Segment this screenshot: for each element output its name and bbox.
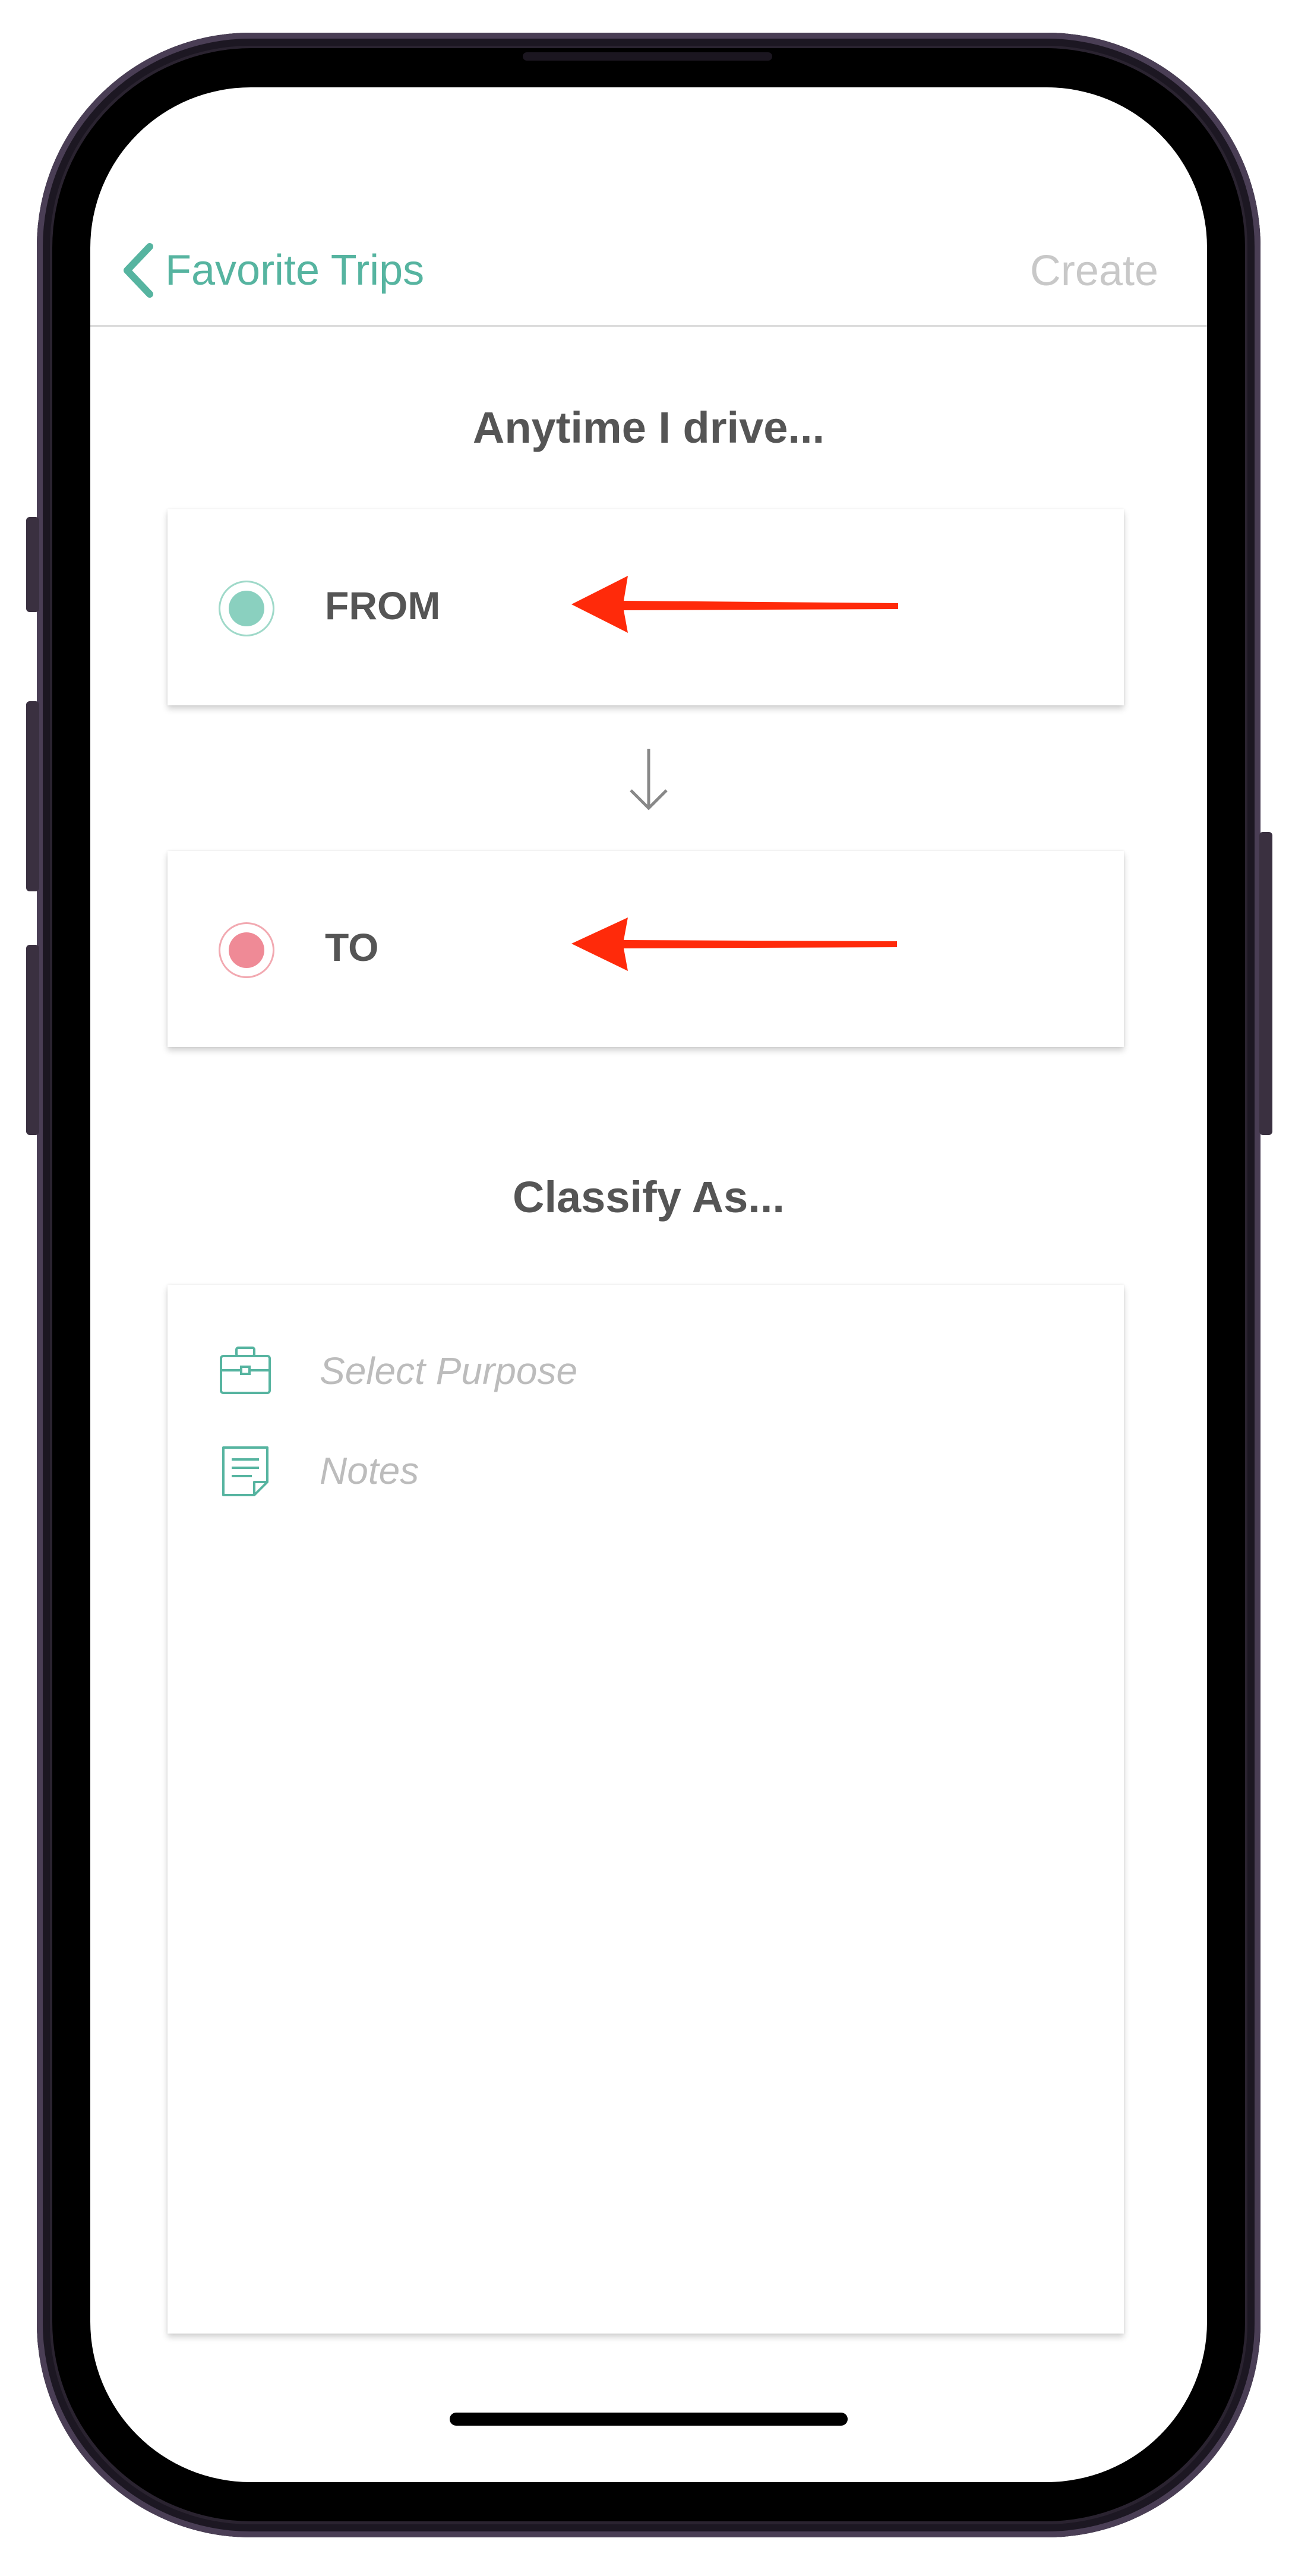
down-arrow-icon xyxy=(613,744,684,818)
create-button[interactable]: Create xyxy=(1030,247,1158,295)
notes-row[interactable]: Notes xyxy=(219,1444,419,1497)
home-indicator[interactable] xyxy=(450,2413,848,2426)
classify-heading: Classify As... xyxy=(513,1172,785,1222)
route-heading: Anytime I drive... xyxy=(472,403,825,452)
purpose-row[interactable]: Select Purpose xyxy=(219,1344,577,1398)
app-screen: Favorite Trips Create Anytime I drive...… xyxy=(90,87,1207,2482)
phone-speaker xyxy=(523,52,772,61)
phone-power-button xyxy=(1259,832,1272,1135)
to-location-card[interactable]: TO xyxy=(168,851,1124,1047)
purpose-placeholder: Select Purpose xyxy=(320,1350,578,1392)
phone-volume-down xyxy=(26,945,39,1135)
back-button-label: Favorite Trips xyxy=(165,247,425,294)
notes-icon xyxy=(222,1446,268,1496)
chevron-left-icon xyxy=(124,243,153,298)
annotation-arrow-to xyxy=(571,910,904,976)
from-label: FROM xyxy=(325,584,441,628)
to-dot-icon xyxy=(219,922,274,978)
navigation-bar: Favorite Trips Create xyxy=(90,87,1207,327)
phone-volume-up xyxy=(26,701,39,891)
from-dot-icon xyxy=(219,581,274,636)
annotation-arrow-from xyxy=(571,571,904,636)
to-label: TO xyxy=(325,925,379,969)
from-location-card[interactable]: FROM xyxy=(168,509,1124,705)
phone-mute-switch xyxy=(26,517,39,612)
briefcase-icon xyxy=(220,1347,271,1394)
back-button[interactable]: Favorite Trips xyxy=(119,241,424,300)
notes-placeholder: Notes xyxy=(320,1449,419,1492)
classify-card: Select Purpose Notes xyxy=(168,1285,1124,2334)
